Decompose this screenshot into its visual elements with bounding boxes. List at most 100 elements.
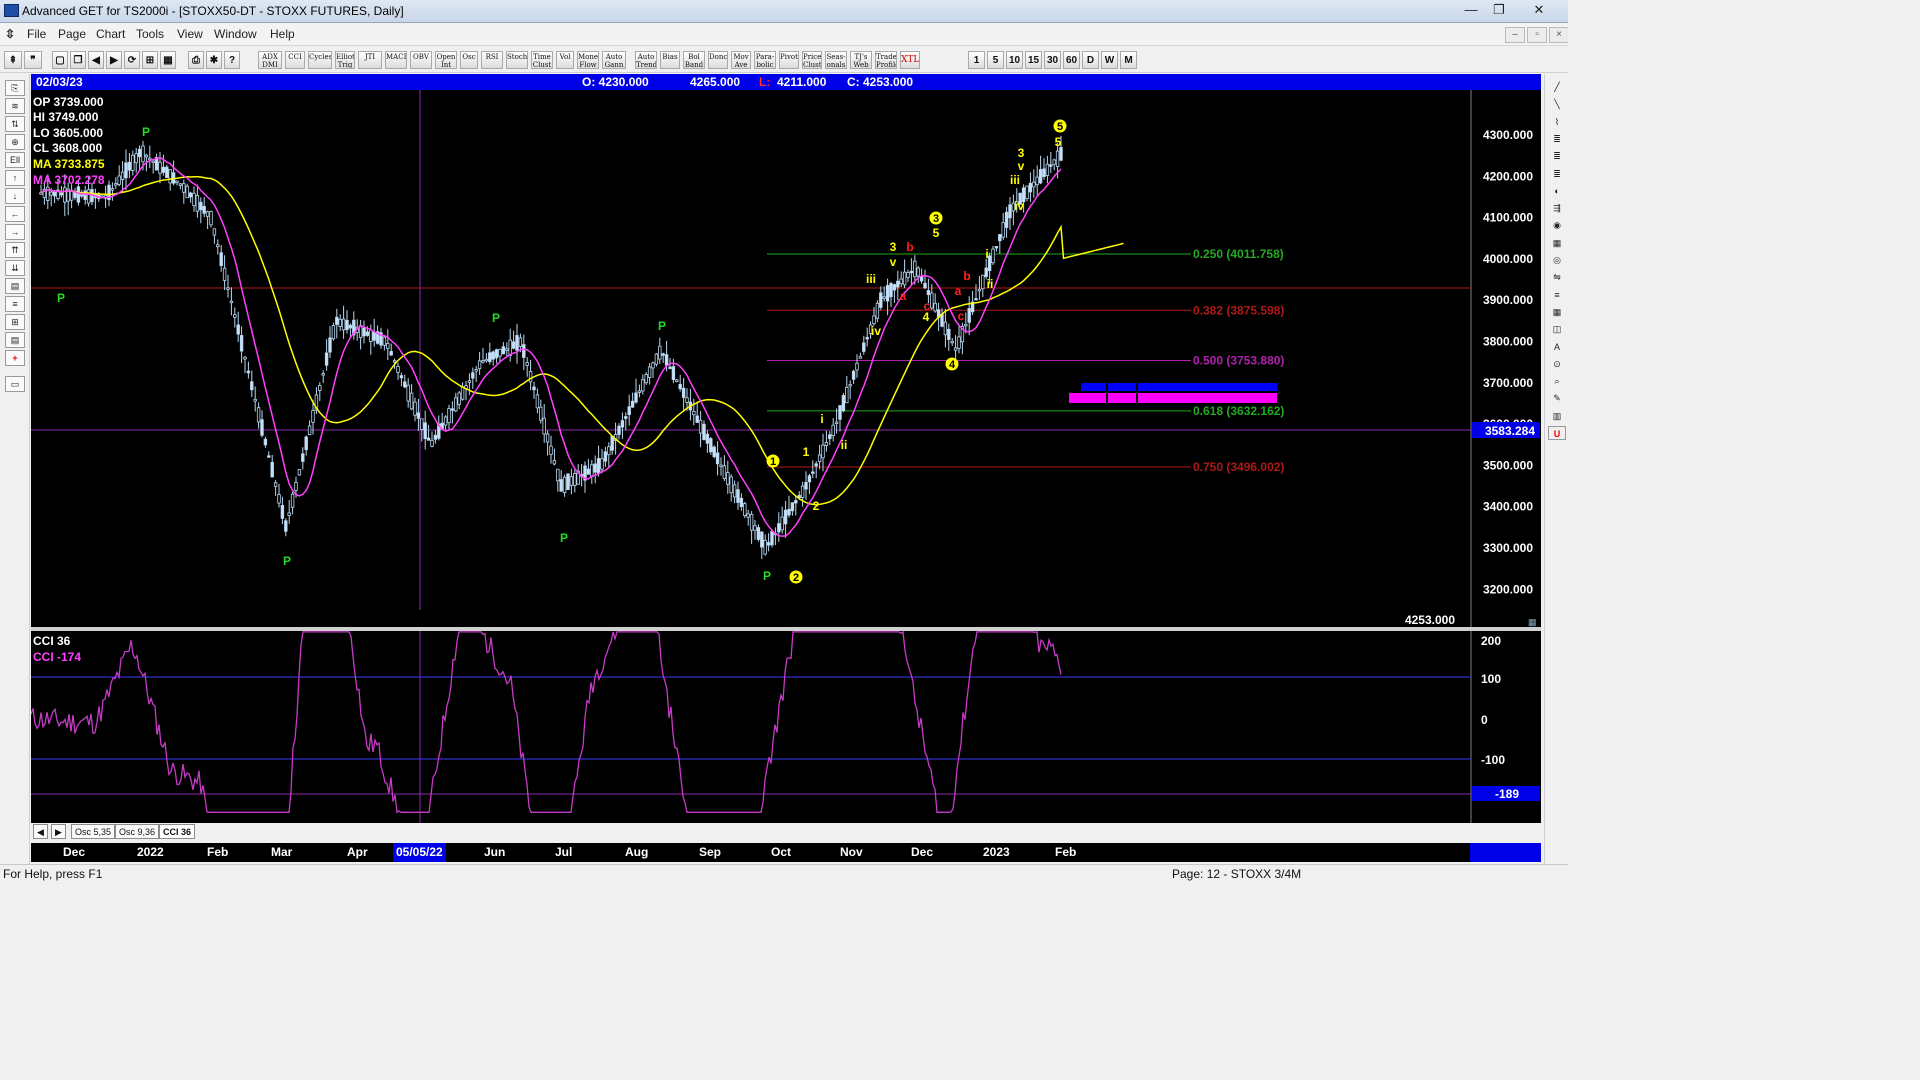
right-tool-icon-11[interactable]: ⇋ — [1548, 270, 1566, 284]
help-icon[interactable]: ? — [224, 51, 240, 69]
close-button[interactable]: ✕ — [1526, 1, 1552, 20]
interval-button-10[interactable]: 10 — [1006, 51, 1023, 69]
right-tool-icon-15[interactable]: A — [1548, 340, 1566, 354]
study-button-4[interactable]: JTI — [358, 51, 382, 69]
mdi-close-button[interactable]: × — [1549, 27, 1568, 43]
study-button-15[interactable]: Auto Trend — [635, 51, 657, 69]
study-button-11[interactable]: Time Clust — [531, 51, 553, 69]
left-tool-window-icon[interactable]: ▭ — [5, 376, 25, 392]
right-tool-icon-18[interactable]: ✎ — [1548, 391, 1566, 405]
menu-window[interactable]: Window — [214, 27, 257, 41]
interval-button-W[interactable]: W — [1101, 51, 1118, 69]
study-button-0[interactable]: ADX DMI — [258, 51, 282, 69]
mdi-minimize-button[interactable]: – — [1505, 27, 1525, 43]
cci-oscillator-panel[interactable]: CCI 36 CCI -174 200 100 0 -100 -189 — [30, 630, 1541, 823]
right-tool-icon-3[interactable]: ≣ — [1548, 132, 1566, 146]
study-button-20[interactable]: Para-bolic — [754, 51, 776, 69]
prev-chart-icon[interactable]: ◀ — [88, 51, 104, 69]
right-tool-icon-14[interactable]: ◫ — [1548, 322, 1566, 336]
left-tool-lines-icon[interactable]: ≡ — [5, 296, 25, 312]
print-icon[interactable]: ⎙ — [188, 51, 204, 69]
right-tool-icon-6[interactable]: ◐ — [1548, 184, 1566, 198]
study-button-24[interactable]: TJ's Web — [850, 51, 872, 69]
study-button-12[interactable]: Vol — [556, 51, 574, 69]
right-tool-icon-2[interactable]: ⌇ — [1548, 115, 1566, 129]
right-tool-icon-12[interactable]: ≡ — [1548, 288, 1566, 302]
menu-tools[interactable]: Tools — [136, 27, 164, 41]
interval-button-1[interactable]: 1 — [968, 51, 985, 69]
study-button-7[interactable]: Open Int — [435, 51, 457, 69]
left-tool-arrow-left-icon[interactable]: ← — [5, 206, 25, 222]
right-tool-icon-0[interactable]: ╱ — [1548, 80, 1566, 94]
study-button-3[interactable]: Elliott Trig — [335, 51, 355, 69]
tab-osc-5-35[interactable]: Osc 5,35 — [71, 824, 116, 839]
copy-icon[interactable]: ❐ — [70, 51, 86, 69]
next-chart-icon[interactable]: ▶ — [106, 51, 122, 69]
interval-button-D[interactable]: D — [1082, 51, 1099, 69]
right-tool-icon-7[interactable]: ⇶ — [1548, 201, 1566, 215]
left-tool-crosshair-icon[interactable]: + — [5, 350, 25, 366]
menu-page[interactable]: Page — [58, 27, 86, 41]
study-button-6[interactable]: OBV — [410, 51, 432, 69]
left-tool-arrow-right-icon[interactable]: → — [5, 224, 25, 240]
tab-osc-9-36[interactable]: Osc 9,36 — [115, 824, 160, 839]
tab-cci-36[interactable]: CCI 36 — [159, 824, 196, 839]
tab-scroll-left-icon[interactable]: ◀ — [33, 824, 48, 839]
pointer-tool-icon[interactable]: ⇞ — [4, 51, 22, 69]
study-button-8[interactable]: Osc — [460, 51, 478, 69]
interval-button-M[interactable]: M — [1120, 51, 1137, 69]
tab-scroll-right-icon[interactable]: ▶ — [51, 824, 66, 839]
right-tool-icon-5[interactable]: ≣ — [1548, 167, 1566, 181]
settings-icon[interactable]: ✱ — [206, 51, 222, 69]
interval-button-30[interactable]: 30 — [1044, 51, 1061, 69]
menu-help[interactable]: Help — [270, 27, 295, 41]
left-tool-wave-icon[interactable]: ≋ — [5, 98, 25, 114]
price-chart[interactable]: 0.250 (4011.758) 0.382 (3875.598) 0.500 (3… — [31, 90, 1541, 627]
right-tool-icon-16[interactable]: ⊙ — [1548, 357, 1566, 371]
left-tool-elliott-icon[interactable]: Ell — [5, 152, 25, 168]
study-button-10[interactable]: Stoch — [506, 51, 528, 69]
left-tool-fib-icon[interactable]: ▤ — [5, 332, 25, 348]
left-tool-gann-icon[interactable]: ⊞ — [5, 314, 25, 330]
zoom-tool-icon[interactable]: ⊞ — [142, 51, 158, 69]
refresh-icon[interactable]: ⟳ — [124, 51, 140, 69]
new-page-icon[interactable]: ▢ — [52, 51, 68, 69]
right-tool-icon-13[interactable]: ▦ — [1548, 305, 1566, 319]
left-tool-scale-down-icon[interactable]: ⇊ — [5, 260, 25, 276]
doc-menu-icon[interactable]: ⇳ — [5, 27, 15, 41]
right-tool-icon-1[interactable]: ╲ — [1548, 97, 1566, 111]
study-button-14[interactable]: Auto Gann — [602, 51, 626, 69]
study-button-1[interactable]: CCI — [285, 51, 305, 69]
study-button-23[interactable]: Seas-onals — [825, 51, 847, 69]
right-tool-icon-4[interactable]: ≣ — [1548, 149, 1566, 163]
study-button-5[interactable]: MACD — [385, 51, 407, 69]
menu-chart[interactable]: Chart — [96, 27, 125, 41]
menu-view[interactable]: View — [177, 27, 203, 41]
left-tool-reset-icon[interactable]: ⇅ — [5, 116, 25, 132]
chart-corner-icon[interactable]: ▦ — [1528, 617, 1537, 627]
study-button-9[interactable]: RSI — [481, 51, 503, 69]
study-button-17[interactable]: Bol Band — [683, 51, 705, 69]
study-button-26[interactable]: XTL — [900, 51, 920, 69]
study-button-21[interactable]: Pivot — [779, 51, 799, 69]
right-tool-icon-20[interactable]: U — [1548, 426, 1566, 440]
right-tool-icon-19[interactable]: ▥ — [1548, 409, 1566, 423]
minimize-button[interactable]: — — [1458, 1, 1484, 20]
study-button-2[interactable]: Cycles — [308, 51, 332, 69]
right-tool-icon-9[interactable]: ▦ — [1548, 236, 1566, 250]
grid-tool-icon[interactable]: ▦ — [160, 51, 176, 69]
left-tool-file-icon[interactable]: ⎘ — [5, 80, 25, 96]
left-tool-arrow-down-icon[interactable]: ↓ — [5, 188, 25, 204]
left-tool-arrow-up-icon[interactable]: ↑ — [5, 170, 25, 186]
left-tool-study-icon[interactable]: ⊕ — [5, 134, 25, 150]
study-button-19[interactable]: Mov Ave — [731, 51, 751, 69]
right-tool-icon-8[interactable]: ◉ — [1548, 218, 1566, 232]
study-button-25[interactable]: Trade Profile — [875, 51, 897, 69]
menu-file[interactable]: File — [27, 27, 46, 41]
right-tool-icon-10[interactable]: ◎ — [1548, 253, 1566, 267]
study-button-22[interactable]: Price Clust — [802, 51, 822, 69]
right-tool-icon-17[interactable]: ⌕ — [1548, 374, 1566, 388]
mdi-restore-button[interactable]: ▫ — [1527, 27, 1547, 43]
interval-button-5[interactable]: 5 — [987, 51, 1004, 69]
left-tool-scale-up-icon[interactable]: ⇈ — [5, 242, 25, 258]
